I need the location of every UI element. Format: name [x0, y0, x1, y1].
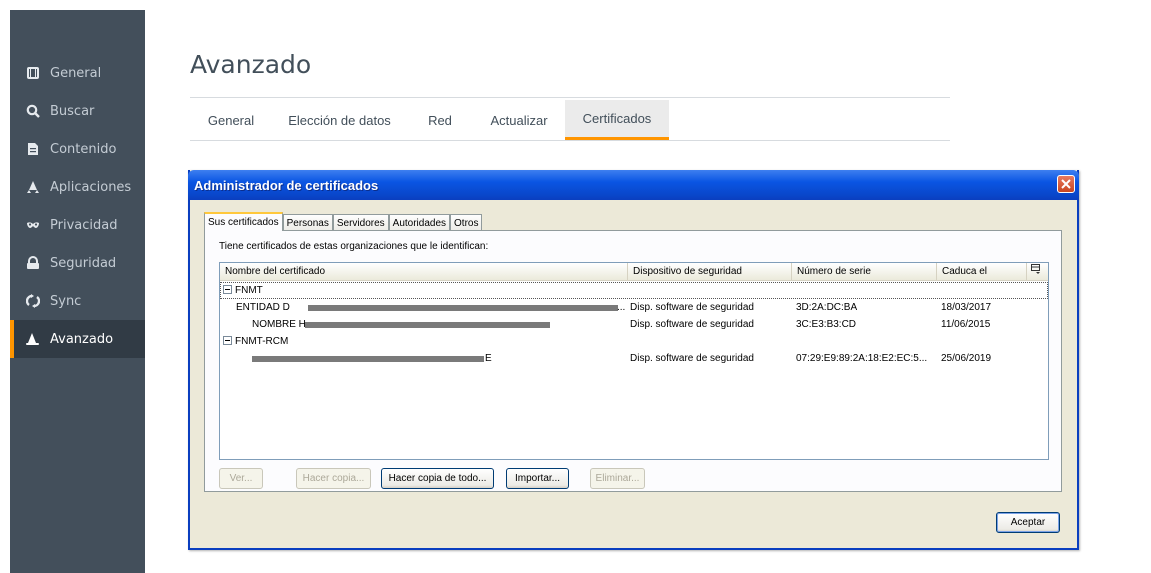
- certificate-manager-dialog: Administrador de certificados Sus certif…: [188, 170, 1079, 550]
- view-button[interactable]: Ver...: [219, 468, 263, 489]
- cert-serial: 07:29:E9:89:2A:18:E2:EC:5...: [796, 353, 928, 364]
- tab-autoridades[interactable]: Autoridades: [388, 214, 451, 231]
- cert-device: Disp. software de seguridad: [630, 302, 754, 313]
- redaction-bar: [308, 305, 618, 311]
- cert-device: Disp. software de seguridad: [630, 319, 754, 330]
- delete-button[interactable]: Eliminar...: [590, 468, 645, 489]
- group-name: FNMT-RCM: [235, 336, 289, 347]
- sync-icon: [26, 294, 40, 308]
- sidebar-item-label: Privacidad: [50, 217, 118, 233]
- general-icon: [26, 66, 40, 80]
- tab-sus-certificados[interactable]: Sus certificados: [204, 212, 283, 231]
- sidebar-item-seguridad[interactable]: Seguridad: [10, 244, 145, 282]
- page-title: Avanzado: [190, 50, 312, 79]
- tab-red[interactable]: Red: [407, 100, 473, 140]
- sidebar-item-label: Seguridad: [50, 255, 117, 271]
- tab-servidores[interactable]: Servidores: [332, 214, 389, 231]
- column-header-expires[interactable]: Caduca el: [937, 263, 1027, 281]
- mask-icon: [26, 218, 40, 232]
- sidebar-item-contenido[interactable]: Contenido: [10, 130, 145, 168]
- backup-all-button[interactable]: Hacer copia de todo...: [381, 468, 494, 489]
- dialog-title: Administrador de certificados: [194, 178, 379, 193]
- cert-expires: 25/06/2019: [941, 353, 992, 364]
- tab-actualizar[interactable]: Actualizar: [473, 100, 565, 140]
- collapse-toggle-icon[interactable]: [223, 335, 232, 345]
- cert-expires: 11/06/2015: [941, 319, 991, 330]
- sidebar-item-general[interactable]: General: [10, 54, 145, 92]
- close-icon: [1061, 179, 1071, 189]
- column-header-device[interactable]: Dispositivo de seguridad: [628, 263, 792, 281]
- tab-certificados[interactable]: Certificados: [565, 100, 669, 140]
- group-name: FNMT: [235, 285, 263, 296]
- table-row[interactable]: E Disp. software de seguridad 07:29:E9:8…: [220, 350, 1048, 367]
- cert-serial: 3C:E3:B3:CD: [796, 319, 857, 330]
- tab-general[interactable]: General: [190, 100, 272, 140]
- search-icon: [26, 104, 40, 118]
- tree-header: Nombre del certificado Dispositivo de se…: [220, 263, 1048, 281]
- column-picker-icon[interactable]: [1027, 263, 1048, 281]
- panel-description: Tiene certificados de estas organizacion…: [219, 241, 489, 252]
- certificate-tree[interactable]: Nombre del certificado Dispositivo de se…: [219, 262, 1049, 460]
- sidebar-item-label: Aplicaciones: [50, 179, 132, 195]
- sidebar-item-label: General: [50, 65, 102, 81]
- lock-icon: [26, 256, 40, 270]
- redaction-bar: [305, 322, 550, 328]
- table-row[interactable]: NOMBRE H Disp. software de seguridad 3C:…: [220, 316, 1048, 333]
- tab-otros[interactable]: Otros: [450, 214, 483, 231]
- tabs-divider: [190, 140, 950, 141]
- tab-personas[interactable]: Personas: [282, 214, 333, 231]
- sidebar-item-label: Buscar: [50, 103, 95, 119]
- cert-expires: 18/03/2017: [941, 302, 992, 313]
- sidebar-item-sync[interactable]: Sync: [10, 282, 145, 320]
- cert-name: E: [485, 353, 492, 364]
- rocket-icon: [26, 180, 40, 194]
- sidebar: General Buscar Contenido Aplicaciones Pr…: [10, 10, 145, 573]
- sidebar-item-privacidad[interactable]: Privacidad: [10, 206, 145, 244]
- document-icon: [26, 142, 40, 156]
- collapse-toggle-icon[interactable]: [223, 284, 232, 294]
- tree-group-row[interactable]: FNMT: [220, 282, 1048, 299]
- dialog-titlebar[interactable]: Administrador de certificados: [188, 170, 1079, 200]
- sidebar-item-label: Contenido: [50, 141, 117, 157]
- wizard-hat-icon: [26, 332, 40, 346]
- tab-eleccion-de-datos[interactable]: Elección de datos: [272, 100, 407, 140]
- dialog-tabs: Sus certificados Personas Servidores Aut…: [204, 212, 483, 231]
- sidebar-item-buscar[interactable]: Buscar: [10, 92, 145, 130]
- redaction-bar: [252, 356, 484, 362]
- import-button[interactable]: Importar...: [506, 468, 569, 489]
- tree-group-row[interactable]: FNMT-RCM: [220, 333, 1048, 350]
- sidebar-item-label: Sync: [50, 293, 82, 309]
- close-button[interactable]: [1057, 175, 1075, 193]
- truncation-marker: ...: [617, 302, 626, 313]
- cert-device: Disp. software de seguridad: [630, 353, 754, 364]
- column-header-serial[interactable]: Número de serie: [792, 263, 937, 281]
- ok-button[interactable]: Aceptar: [996, 512, 1060, 533]
- sidebar-item-aplicaciones[interactable]: Aplicaciones: [10, 168, 145, 206]
- column-header-name[interactable]: Nombre del certificado: [220, 263, 628, 281]
- title-divider: [190, 97, 950, 98]
- cert-serial: 3D:2A:DC:BA: [796, 302, 858, 313]
- backup-button[interactable]: Hacer copia...: [296, 468, 371, 489]
- table-row[interactable]: ENTIDAD D ... Disp. software de segurida…: [220, 299, 1048, 316]
- certificates-panel: Tiene certificados de estas organizacion…: [204, 230, 1062, 492]
- sidebar-item-avanzado[interactable]: Avanzado: [10, 320, 145, 358]
- sidebar-item-label: Avanzado: [50, 331, 114, 347]
